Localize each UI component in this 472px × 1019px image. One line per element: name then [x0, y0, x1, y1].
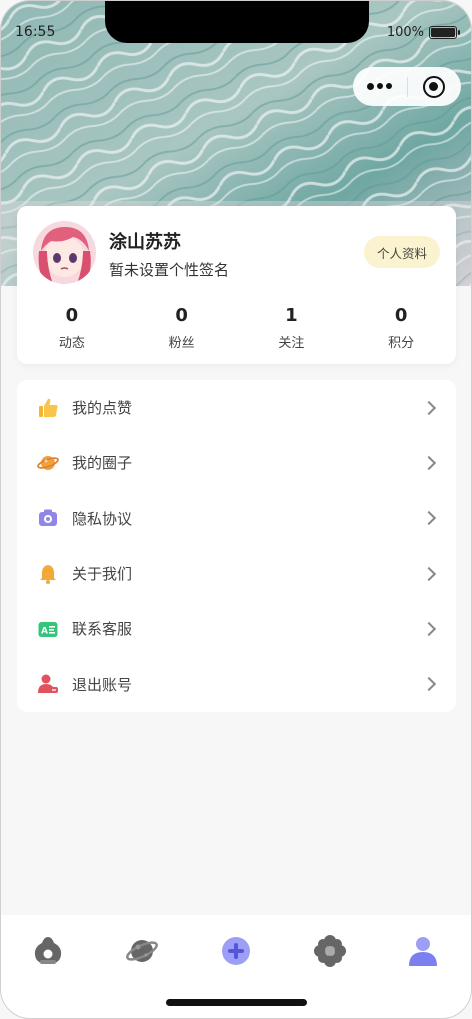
menu-item-label: 我的圈子 — [72, 454, 133, 473]
avatar[interactable] — [33, 221, 96, 284]
camera-icon — [36, 506, 60, 530]
miniapp-capsule — [353, 67, 461, 106]
chevron-right-icon — [421, 566, 437, 581]
stat-value: 0 — [175, 305, 188, 326]
menu-item-about[interactable]: 关于我们 — [17, 546, 456, 601]
stat-fans[interactable]: 0 粉丝 — [127, 305, 237, 352]
home-icon — [34, 937, 62, 964]
add-icon — [222, 937, 250, 965]
stat-points[interactable]: 0 积分 — [346, 305, 456, 352]
menu-item-label: 关于我们 — [72, 565, 133, 584]
tab-add[interactable] — [216, 931, 256, 971]
stat-value: 0 — [65, 305, 79, 326]
chevron-right-icon — [421, 511, 437, 526]
chevron-right-icon — [421, 455, 437, 471]
planet-icon — [36, 451, 60, 475]
profile-card: 涂山苏苏 暂未设置个性签名 个人资料 0 动态 0 粉丝 1 关注 0 积分 — [17, 206, 456, 364]
phone-screen: 16:55 100% 涂山苏苏 暂未设置个性签名 个人资料 0 动态 0 粉丝 … — [0, 0, 472, 1019]
menu-item-support[interactable]: A 联系客服 — [17, 601, 456, 656]
username: 涂山苏苏 — [109, 232, 181, 253]
stat-label: 关注 — [278, 336, 305, 351]
svg-text:A: A — [41, 626, 48, 636]
user-icon — [409, 937, 437, 966]
tab-discover[interactable] — [310, 931, 350, 971]
stat-label: 粉丝 — [168, 336, 195, 351]
close-miniapp-button[interactable] — [407, 75, 461, 98]
target-icon — [423, 75, 446, 98]
planet-icon — [126, 940, 158, 962]
bell-icon — [36, 562, 60, 586]
stat-posts[interactable]: 0 动态 — [17, 305, 127, 352]
menu-item-circles[interactable]: 我的圈子 — [17, 435, 456, 490]
tab-profile[interactable] — [403, 931, 443, 971]
battery-icon — [429, 26, 460, 39]
stat-label: 动态 — [58, 336, 85, 351]
menu-item-label: 退出账号 — [72, 675, 133, 694]
status-battery: 100% — [386, 25, 460, 40]
menu-item-privacy[interactable]: 隐私协议 — [17, 491, 456, 546]
stat-label: 积分 — [388, 336, 415, 351]
battery-percent: 100% — [386, 25, 424, 40]
thumbs-up-icon — [36, 396, 60, 420]
home-indicator — [166, 999, 307, 1006]
profile-details-button[interactable]: 个人资料 — [364, 236, 440, 268]
stat-following[interactable]: 1 关注 — [237, 305, 347, 352]
stat-value: 0 — [394, 305, 408, 326]
chevron-right-icon — [421, 400, 437, 415]
menu-item-logout[interactable]: 退出账号 — [17, 656, 456, 711]
menu-list: 我的点赞 我的圈子 隐私协议 关于我们 A 联系客服 退出账号 — [17, 380, 456, 712]
status-time: 16:55 — [15, 24, 56, 40]
menu-item-label: 我的点赞 — [72, 399, 133, 418]
more-options-icon[interactable] — [353, 83, 407, 90]
logout-user-icon — [36, 672, 60, 696]
chevron-right-icon — [421, 621, 437, 636]
chevron-right-icon — [421, 677, 437, 692]
menu-item-likes[interactable]: 我的点赞 — [17, 380, 456, 435]
stat-value: 1 — [285, 305, 298, 326]
device-notch — [105, 1, 369, 43]
menu-item-label: 联系客服 — [72, 620, 133, 639]
menu-item-label: 隐私协议 — [72, 509, 133, 528]
signature-text: 暂未设置个性签名 — [109, 261, 230, 279]
stats-row: 0 动态 0 粉丝 1 关注 0 积分 — [17, 305, 456, 352]
support-card-icon: A — [36, 617, 60, 641]
tab-circles[interactable] — [122, 931, 162, 971]
flower-icon — [314, 935, 346, 967]
tab-home[interactable] — [28, 931, 68, 971]
